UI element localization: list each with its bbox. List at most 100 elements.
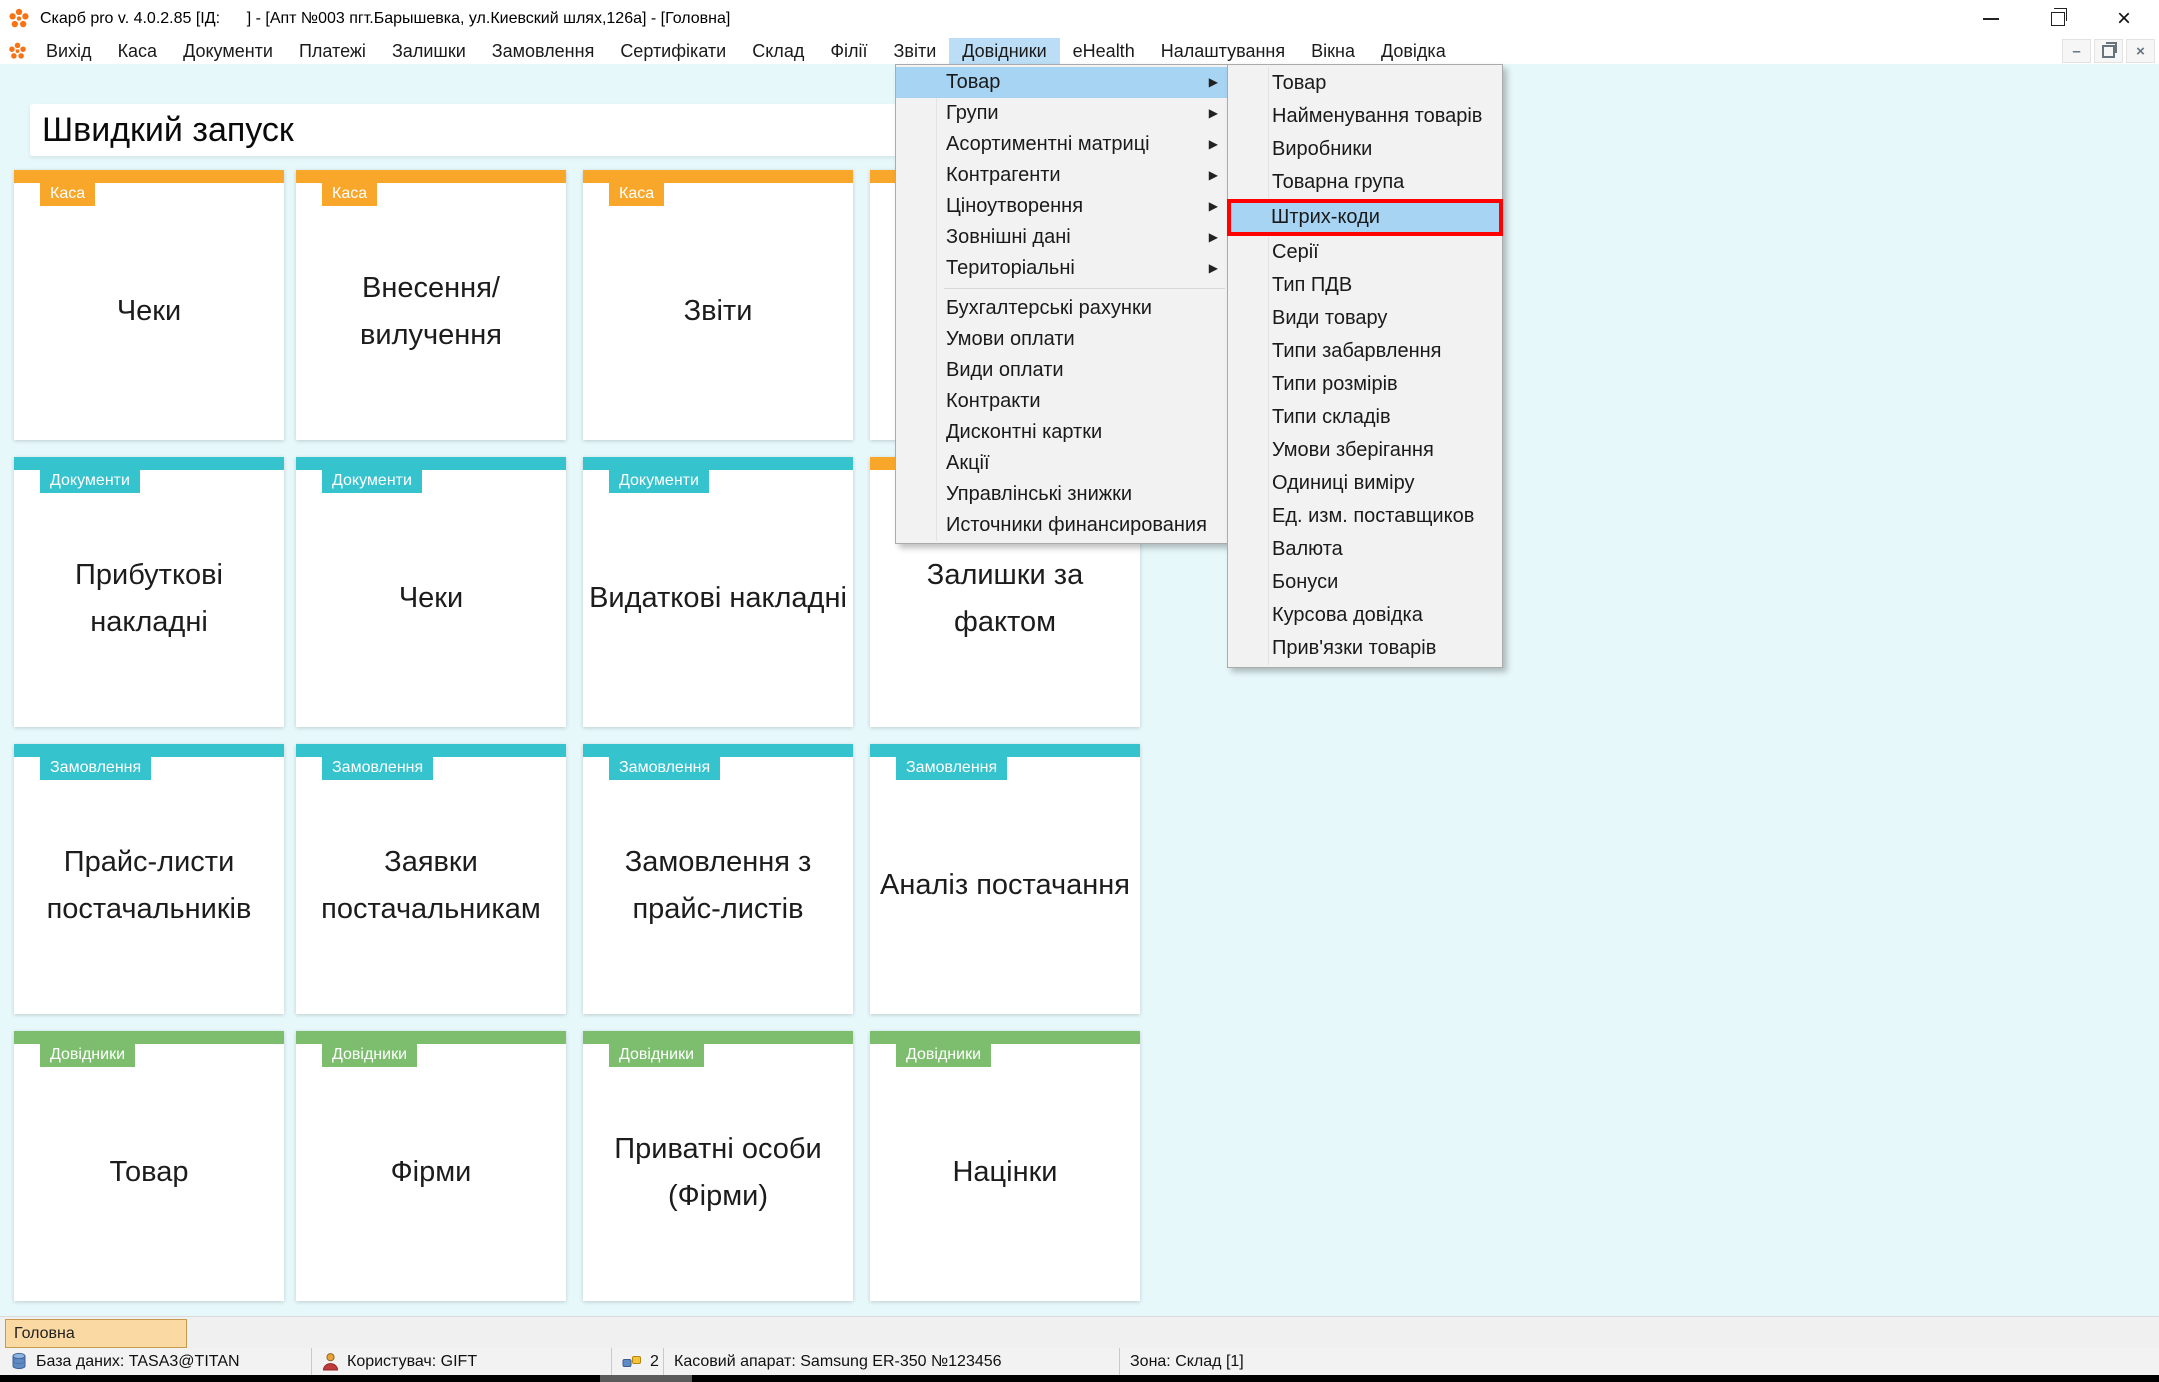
submenu-item[interactable]: Одиниці виміру (1228, 467, 1502, 500)
tile-label: Заявки постачальникам (296, 757, 566, 1014)
status-cash-register: Касовий апарат: Samsung ER-350 №123456 (664, 1348, 1120, 1375)
menu-item[interactable]: Платежі (286, 38, 379, 64)
tile-category-bar (14, 457, 284, 470)
submenu-item[interactable]: Серії (1228, 236, 1502, 269)
dropdown-item[interactable]: Асортиментні матриці▶ (896, 129, 1228, 160)
menu-item[interactable]: Філії (817, 38, 880, 64)
tile-category-bar (14, 744, 284, 757)
submenu-item[interactable]: Валюта (1228, 533, 1502, 566)
submenu-item[interactable]: Види товару (1228, 302, 1502, 335)
submenu: ТоварНайменування товарівВиробникиТоварн… (1227, 64, 1503, 668)
tile-label: Прибуткові накладні (14, 470, 284, 727)
dropdown-item[interactable]: Територіальні ▶ (896, 253, 1228, 284)
menu-item[interactable]: eHealth (1060, 38, 1148, 64)
quick-launch-tile[interactable]: ДокументиЧеки (296, 457, 566, 727)
submenu-item[interactable]: Бонуси (1228, 566, 1502, 599)
menu-item[interactable]: Каса (105, 38, 171, 64)
menu-item[interactable]: Документи (170, 38, 286, 64)
menu-item[interactable]: Залишки (379, 38, 479, 64)
quick-launch-tile[interactable]: ДовідникиПриватні особи (Фірми) (583, 1031, 853, 1301)
window-title: Скарб pro v. 4.0.2.85 [ІД: ] - [Апт №003… (40, 10, 730, 28)
taskbar-edge (0, 1375, 2159, 1382)
quick-launch-tile[interactable]: КасаЧеки (14, 170, 284, 440)
submenu-item[interactable]: Штрих-коди (1227, 199, 1503, 236)
minimize-icon[interactable] (1983, 18, 1999, 20)
quick-launch-tile[interactable]: ЗамовленняЗаявки постачальникам (296, 744, 566, 1014)
tile-category-bar (296, 170, 566, 183)
quick-launch-tile[interactable]: ДовідникиНацінки (870, 1031, 1140, 1301)
quick-launch-tile[interactable]: ЗамовленняЗамовлення з прайс-листів (583, 744, 853, 1014)
submenu-item[interactable]: Прив'язки товарів (1228, 632, 1502, 665)
dropdown-item[interactable]: Контрагенти▶ (896, 160, 1228, 191)
menu-item[interactable]: Вихід (33, 38, 105, 64)
submenu-item[interactable]: Типи складів (1228, 401, 1502, 434)
menu-item[interactable]: Сертифікати (607, 38, 739, 64)
mdi-minimize-icon[interactable]: – (2062, 39, 2091, 63)
close-icon[interactable]: × (2117, 9, 2131, 29)
database-label: База даних: TASA3@TITAN (36, 1353, 240, 1371)
dropdown-item-label: Бухгалтерські рахунки (946, 297, 1152, 319)
mdi-window-buttons: – × (2062, 39, 2159, 63)
dropdown-item[interactable]: Управлінські знижки (896, 479, 1228, 510)
dropdown-item[interactable]: Контракти (896, 386, 1228, 417)
dropdown-item[interactable]: Дисконтні картки (896, 417, 1228, 448)
dropdown-item[interactable]: Ціноутворення▶ (896, 191, 1228, 222)
menu-item[interactable]: Довідка (1368, 38, 1459, 64)
dropdown-item-label: Управлінські знижки (946, 483, 1132, 505)
submenu-item[interactable]: Ед. изм. поставщиков (1228, 500, 1502, 533)
menu-item[interactable]: Довідники (949, 38, 1059, 64)
mdi-close-icon[interactable]: × (2126, 39, 2155, 63)
tile-category-bar (583, 457, 853, 470)
status-zone: Зона: Склад [1] (1120, 1348, 2159, 1375)
dropdown-item[interactable]: Товар▶ (896, 67, 1228, 98)
menu-item[interactable]: Звіти (881, 38, 950, 64)
dropdown-item-label: Контрагенти (946, 164, 1061, 186)
dropdown-item-label: Територіальні (946, 257, 1075, 279)
database-icon (10, 1352, 28, 1371)
dropdown-item[interactable]: Види оплати (896, 355, 1228, 386)
submenu-arrow-icon: ▶ (1209, 67, 1218, 98)
quick-launch-tile[interactable]: ДовідникиФірми (296, 1031, 566, 1301)
tile-label: Видаткові накладні (583, 470, 853, 727)
quick-launch-tile[interactable]: КасаВнесення/вилучення (296, 170, 566, 440)
submenu-item[interactable]: Найменування товарів (1228, 100, 1502, 133)
dropdown-item[interactable]: Умови оплати (896, 324, 1228, 355)
quick-launch-tile[interactable]: КасаЗвіти (583, 170, 853, 440)
tile-category-bar (296, 457, 566, 470)
restore-icon[interactable] (2051, 12, 2065, 26)
submenu-arrow-icon: ▶ (1209, 253, 1218, 284)
dropdown-item-label: Акції (946, 452, 990, 474)
submenu-item[interactable]: Курсова довідка (1228, 599, 1502, 632)
user-label: Користувач: GIFT (347, 1353, 477, 1371)
menu-item[interactable]: Склад (739, 38, 817, 64)
menu-item[interactable]: Замовлення (479, 38, 608, 64)
connections-icon (622, 1354, 642, 1370)
submenu-item[interactable]: Типи забарвлення (1228, 335, 1502, 368)
tile-category-bar (870, 744, 1140, 757)
quick-launch-tile[interactable]: ЗамовленняПрайс-листи постачальників (14, 744, 284, 1014)
tile-label: Приватні особи (Фірми) (583, 1044, 853, 1301)
menu-item[interactable]: Налаштування (1148, 38, 1298, 64)
menu-bar: ВихідКасаДокументиПлатежіЗалишкиЗамовлен… (0, 38, 2159, 64)
quick-launch-tile[interactable]: ДовідникиТовар (14, 1031, 284, 1301)
submenu-item[interactable]: Товарна група (1228, 166, 1502, 199)
dropdown-item[interactable]: Источники финансирования (896, 510, 1228, 541)
submenu-item[interactable]: Товар (1228, 67, 1502, 100)
menu-item[interactable]: Вікна (1298, 38, 1368, 64)
submenu-item[interactable]: Типи розмірів (1228, 368, 1502, 401)
dropdown-item[interactable]: Групи▶ (896, 98, 1228, 129)
submenu-item[interactable]: Умови зберігання (1228, 434, 1502, 467)
submenu-item[interactable]: Тип ПДВ (1228, 269, 1502, 302)
quick-launch-tile[interactable]: ДокументиВидаткові накладні (583, 457, 853, 727)
quick-launch-tile[interactable]: ЗамовленняАналіз постачання (870, 744, 1140, 1014)
dropdown-item-label: Дисконтні картки (946, 421, 1102, 443)
dropdown-item[interactable]: Зовнішні дані▶ (896, 222, 1228, 253)
tab-golovna[interactable]: Головна (5, 1319, 187, 1348)
mdi-restore-icon[interactable] (2094, 39, 2123, 63)
dropdown-item[interactable]: Акції (896, 448, 1228, 479)
dropdown-item[interactable]: Бухгалтерські рахунки (896, 293, 1228, 324)
dropdown-item-label: Умови оплати (946, 328, 1075, 350)
quick-launch-page: Швидкий запуск КасаЧекиКасаВнесення/вилу… (0, 64, 2159, 1316)
submenu-item[interactable]: Виробники (1228, 133, 1502, 166)
quick-launch-tile[interactable]: ДокументиПрибуткові накладні (14, 457, 284, 727)
